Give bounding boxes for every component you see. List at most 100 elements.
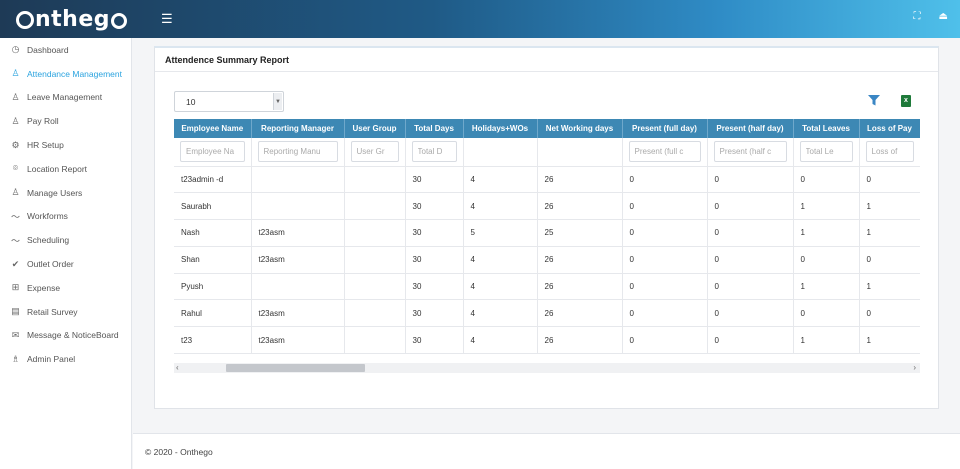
table-cell — [251, 192, 345, 221]
logo-text: ntheg — [35, 6, 111, 32]
sidebar-item-label: Message & NoticeBoard — [27, 330, 119, 341]
sidebar-item-outlet-order[interactable]: ✔ Outlet Order — [0, 252, 131, 276]
table-cell: 30 — [405, 219, 464, 247]
table-cell: t23asm — [251, 219, 345, 247]
sidebar-item-dashboard[interactable]: ◷ Dashboard — [0, 38, 131, 62]
table-row[interactable]: t23 t23asm 30 4 26 0 0 1 1 — [174, 326, 920, 355]
column-filter-input[interactable] — [799, 141, 853, 163]
top-bar: ntheg ☰ ⛶ ⏏ — [0, 0, 960, 38]
sidebar-item-message-noticeboard[interactable]: ✉ Message & NoticeBoard — [0, 324, 131, 348]
table-row[interactable]: Rahul t23asm 30 4 26 0 0 0 0 — [174, 299, 920, 328]
report-title: Attendence Summary Report — [155, 48, 938, 72]
column-header[interactable]: Holidays+WOs — [463, 119, 538, 138]
horizontal-scrollbar[interactable]: ‹ › — [174, 363, 920, 373]
table-cell: 30 — [405, 192, 464, 221]
table-cell: 5 — [463, 219, 538, 247]
sidebar-item-pay-roll[interactable]: ♙ Pay Roll — [0, 109, 131, 133]
table-cell — [344, 273, 406, 301]
table-cell: 26 — [537, 273, 623, 301]
table-cell — [344, 326, 406, 355]
column-filter-input[interactable] — [257, 141, 338, 163]
sidebar-item-expense[interactable]: ⊞ Expense — [0, 276, 131, 300]
column-filter-input[interactable] — [713, 141, 787, 163]
sidebar-item-manage-users[interactable]: ♙ Manage Users — [0, 181, 131, 205]
scroll-right-icon[interactable]: › — [913, 363, 916, 373]
sidebar-item-workforms[interactable]: 〜 Workforms — [0, 205, 131, 229]
table-cell: 26 — [537, 326, 623, 355]
column-header[interactable]: User Group — [344, 119, 406, 138]
table-row[interactable]: t23admin -d 30 4 26 0 0 0 0 — [174, 166, 920, 194]
scrollbar-thumb[interactable] — [226, 364, 365, 372]
table-cell: 25 — [537, 219, 623, 247]
column-header[interactable]: Present (full day) — [622, 119, 708, 138]
table-cell: 26 — [537, 299, 623, 328]
table-cell: 30 — [405, 326, 464, 355]
document-icon: ▤ — [11, 306, 20, 317]
filter-cell — [537, 138, 623, 167]
sidebar-item-hr-setup[interactable]: ⚙ HR Setup — [0, 133, 131, 157]
sidebar-item-label: Expense — [27, 282, 61, 293]
table-cell — [251, 166, 345, 194]
column-filter-input[interactable] — [180, 141, 245, 163]
sidebar-item-retail-survey[interactable]: ▤ Retail Survey — [0, 300, 131, 324]
mail-icon: ✉ — [11, 329, 20, 340]
table-cell: 4 — [463, 299, 538, 328]
table-cell: 4 — [463, 166, 538, 194]
column-header[interactable]: Total Days — [405, 119, 464, 138]
logout-icon[interactable]: ⏏ — [939, 11, 948, 22]
scroll-left-icon[interactable]: ‹ — [176, 363, 179, 373]
sidebar-item-scheduling[interactable]: 〜 Scheduling — [0, 228, 131, 252]
table-cell: 30 — [405, 166, 464, 194]
sidebar-item-admin-panel[interactable]: ♗ Admin Panel — [0, 347, 131, 371]
footer: © 2020 - Onthego — [133, 433, 960, 469]
main-content: Attendence Summary Report 10 ▼ x Employe… — [133, 38, 960, 433]
filter-icon[interactable] — [868, 95, 880, 106]
table-cell: t23asm — [251, 246, 345, 274]
column-filter-input[interactable] — [865, 141, 914, 163]
column-header[interactable]: Total Leaves — [793, 119, 860, 138]
column-header[interactable]: Present (half day) — [707, 119, 794, 138]
app-logo[interactable]: ntheg — [16, 6, 128, 32]
grid-icon: ⊞ — [11, 282, 20, 293]
column-header[interactable]: Loss of Pay — [859, 119, 920, 138]
sidebar-item-label: Scheduling — [27, 235, 70, 246]
column-filter-input[interactable] — [411, 141, 457, 163]
table-cell: 30 — [405, 246, 464, 274]
table-cell: 0 — [707, 299, 794, 328]
sidebar-item-leave-management[interactable]: ♙ Leave Management — [0, 86, 131, 110]
filter-cell — [251, 138, 345, 167]
table-row[interactable]: Nash t23asm 30 5 25 0 0 1 1 — [174, 219, 920, 247]
table-row[interactable]: Shan t23asm 30 4 26 0 0 0 0 — [174, 246, 920, 274]
table-cell: 4 — [463, 273, 538, 301]
column-filter-input[interactable] — [628, 141, 701, 163]
hamburger-icon[interactable]: ☰ — [161, 11, 173, 27]
sidebar-item-location-report[interactable]: ⌾ Location Report — [0, 157, 131, 181]
table-cell: 26 — [537, 192, 623, 221]
table-cell: 0 — [622, 219, 708, 247]
check-icon: ✔ — [11, 258, 20, 269]
table-cell: Pyush — [174, 273, 252, 301]
table-cell: 26 — [537, 166, 623, 194]
trend-icon: 〜 — [10, 235, 20, 246]
table-cell: 1 — [793, 273, 860, 301]
sidebar-item-label: Leave Management — [27, 92, 103, 103]
table-row[interactable]: Saurabh 30 4 26 0 0 1 1 — [174, 192, 920, 221]
column-header[interactable]: Net Working days — [537, 119, 623, 138]
sidebar-item-attendance-management[interactable]: ♙ Attendance Management — [0, 62, 131, 86]
table-row[interactable]: Pyush 30 4 26 0 0 1 1 — [174, 273, 920, 301]
page-size-select[interactable]: 10 ▼ — [174, 91, 284, 112]
excel-export-icon[interactable]: x — [901, 95, 911, 107]
logo-ring-left — [16, 11, 34, 29]
column-header[interactable]: Reporting Manager — [251, 119, 345, 138]
table-cell — [344, 166, 406, 194]
table-cell: 0 — [622, 273, 708, 301]
column-filter-input[interactable] — [350, 141, 399, 163]
footer-copyright: © 2020 - Onthego — [145, 447, 213, 457]
table-cell: t23asm — [251, 326, 345, 355]
column-header[interactable]: Employee Name — [174, 119, 252, 138]
table-cell — [251, 273, 345, 301]
map-pin-icon: ⌾ — [12, 163, 19, 174]
sidebar-item-label: Dashboard — [27, 44, 69, 55]
expand-icon[interactable]: ⛶ — [914, 11, 921, 22]
sidebar-item-label: Location Report — [27, 163, 88, 174]
